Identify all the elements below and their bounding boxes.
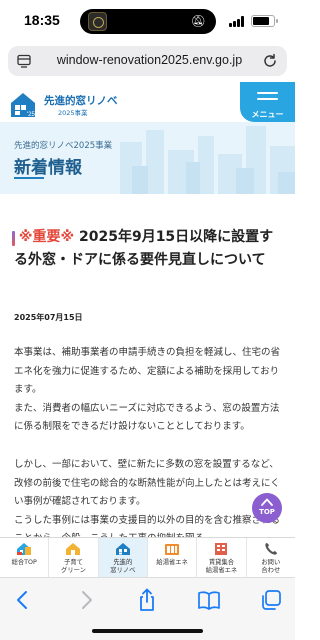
nav-label: 総合TOP <box>11 559 37 566</box>
water-heater-icon <box>165 544 180 555</box>
tabs-icon <box>262 590 281 610</box>
nav-label: 子育て グリーン <box>61 559 86 574</box>
tabs-button[interactable] <box>258 587 284 613</box>
logo-subtitle: 2025事業 <box>58 109 88 117</box>
article-title: ※重要※ 2025年9月15日以降に設置する外窓・ドアに係る要件見直しについて <box>14 226 284 272</box>
mute-bell-icon: 🔕︎ <box>190 14 206 28</box>
status-bar: 18:35 🔕︎ <box>0 0 295 44</box>
url-text[interactable]: window-renovation2025.env.go.jp <box>44 53 255 67</box>
nav-label: 給湯省エネ <box>156 559 188 566</box>
nav-item-top[interactable]: 総合TOP <box>0 538 50 577</box>
chevron-right-icon <box>82 591 92 609</box>
logo-title[interactable]: 先進的窓リノベ <box>44 93 118 108</box>
status-time: 18:35 <box>24 12 60 28</box>
window-house-icon <box>115 543 130 555</box>
menu-label: メニュー <box>251 110 284 119</box>
home-indicator <box>92 629 203 633</box>
nav-label: 先進的 窓リノベ <box>110 559 136 574</box>
island-app-logo-icon <box>88 12 107 31</box>
phone-icon <box>265 543 277 555</box>
article-date: 2025年07月15日 <box>14 313 83 322</box>
window-house-logo-icon[interactable]: '25 <box>10 92 36 118</box>
dynamic-island: 🔕︎ <box>80 9 216 34</box>
hamburger-icon <box>257 92 278 104</box>
reload-icon[interactable] <box>261 52 279 70</box>
apartment-icon <box>215 543 228 555</box>
house-icon <box>17 543 32 555</box>
menu-button[interactable]: メニュー <box>240 82 295 122</box>
important-tag: ※重要※ <box>18 229 75 245</box>
page-hero: 先進的窓リノベ2025事業 新着情報 <box>0 122 295 194</box>
nav-item-kyuto-shoene[interactable]: 給湯省エネ <box>148 538 198 577</box>
nav-label: お問い 合わせ <box>261 559 281 574</box>
article-paragraph: 本事業は、補助事業者の申請手続きの負担を軽減し、住宅の省エネ化を強力に促進するた… <box>14 347 281 433</box>
arrow-up-icon <box>261 498 273 506</box>
site-bottom-nav: 総合TOP 子育て グリーン 先進的 窓リノベ 給湯省エネ 賃貸集合 給湯省エネ… <box>0 537 295 577</box>
book-icon <box>198 591 220 610</box>
site-header: '25 先進的窓リノベ 2025事業 メニュー <box>0 82 295 122</box>
page-title: 新着情報 <box>14 158 82 178</box>
title-underline <box>14 177 44 179</box>
bookmarks-button[interactable] <box>196 587 222 613</box>
battery-icon <box>251 15 278 27</box>
nav-label: 賃貸集合 給湯省エネ <box>205 559 238 574</box>
nav-item-contact[interactable]: お問い 合わせ <box>247 538 295 577</box>
article-paragraph: しかし、一部において、壁に新たに多数の窓を設置するなど、改修の前後で住宅の総合的… <box>14 458 280 537</box>
share-icon <box>140 588 154 611</box>
nav-item-kosodate-green[interactable]: 子育て グリーン <box>49 538 99 577</box>
cellular-signal-icon <box>229 16 245 27</box>
nav-item-mado-renove[interactable]: 先進的 窓リノベ <box>98 538 148 577</box>
article-body: 本事業は、補助事業者の申請手続きの負担を軽減し、住宅の省エネ化を強力に促進するた… <box>14 344 284 537</box>
chevron-left-icon <box>17 591 27 609</box>
breadcrumb[interactable]: 先進的窓リノベ2025事業 <box>14 139 112 151</box>
forward-button[interactable] <box>73 587 99 613</box>
share-button[interactable] <box>134 587 160 613</box>
back-to-top-label: TOP <box>259 508 275 516</box>
article: ※重要※ 2025年9月15日以降に設置する外窓・ドアに係る要件見直しについて … <box>0 194 295 537</box>
browser-toolbar <box>0 577 295 640</box>
back-button[interactable] <box>10 587 36 613</box>
family-house-icon <box>66 543 81 555</box>
page-menu-icon[interactable] <box>17 54 31 68</box>
nav-item-chintai-kyuto[interactable]: 賃貸集合 給湯省エネ <box>197 538 247 577</box>
back-to-top-button[interactable]: TOP <box>252 493 282 523</box>
address-bar[interactable]: window-renovation2025.env.go.jp <box>8 46 287 76</box>
logo-year-badge: '25 <box>27 112 35 118</box>
